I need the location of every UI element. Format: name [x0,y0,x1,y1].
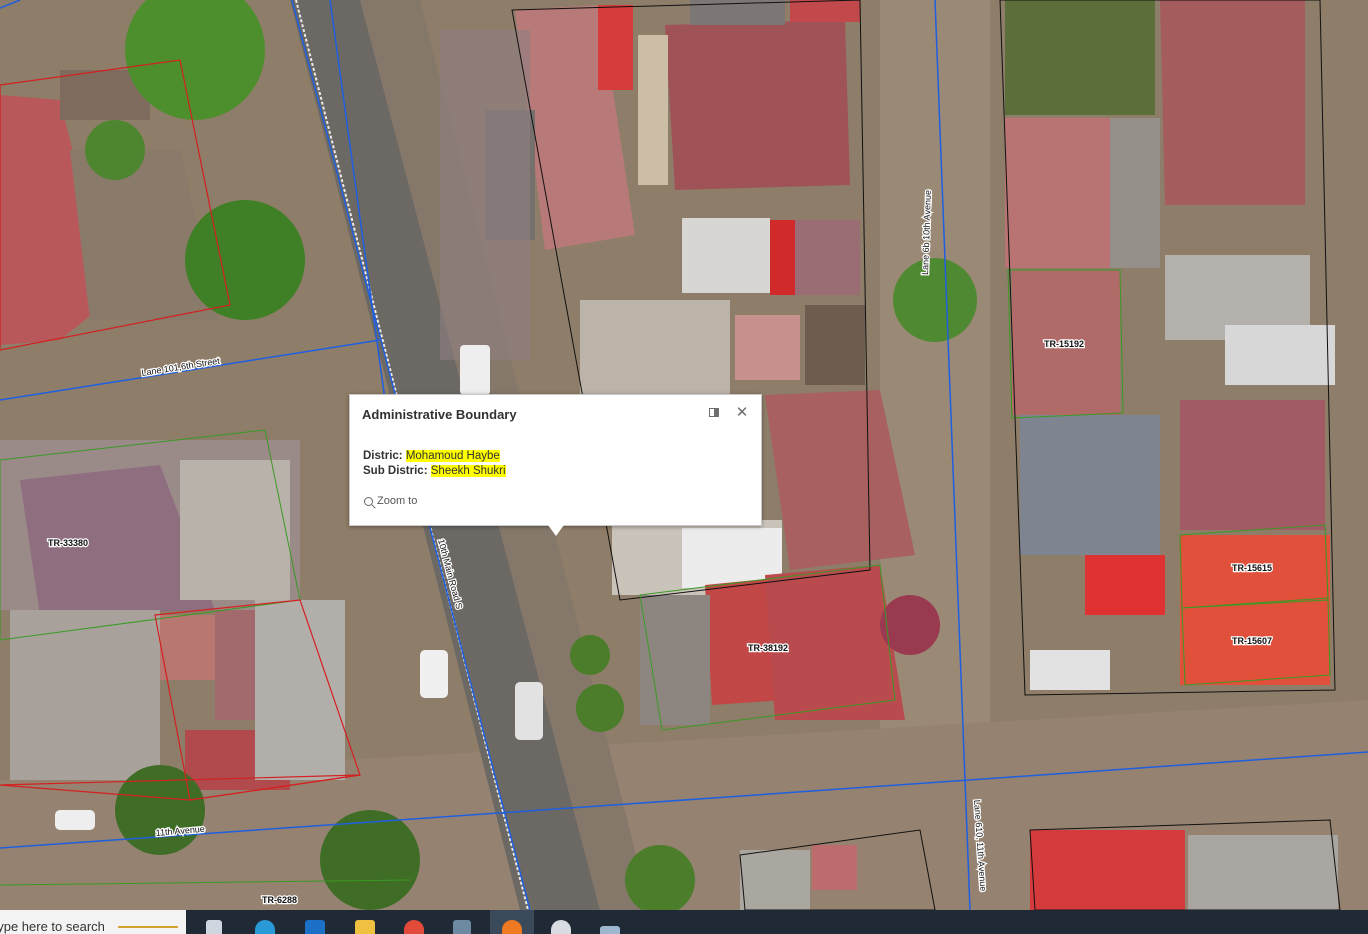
roof [740,850,810,910]
vehicle [420,650,448,698]
parcel-label: TR-33380 [48,538,88,548]
parcel-label: TR-38192 [748,643,788,653]
field-label: Distric: [363,450,403,462]
popup-field-subdistrict: Sub Distric: Sheekh Shukri [363,464,506,479]
tree [85,120,145,180]
edge-icon[interactable] [255,920,275,934]
roof [598,5,633,90]
roof [1160,0,1305,205]
popup-actions: ✕ [707,404,749,421]
roof [1188,835,1338,910]
search-placeholder: Type here to search [0,919,105,934]
tree [576,684,624,732]
firefox-icon[interactable] [502,920,522,934]
roof [770,220,795,295]
windows-taskbar: Type here to search [0,910,1368,934]
cortana-icon[interactable] [118,926,178,934]
roof [1005,118,1110,268]
chrome-icon[interactable] [404,920,424,934]
roof [1225,325,1335,385]
paint-icon[interactable] [551,920,571,934]
roof [812,845,857,890]
tree [893,258,977,342]
popup-content: Distric: Mohamoud Haybe Sub Distric: She… [363,449,506,479]
roof [255,600,345,780]
dock-icon[interactable] [707,405,721,419]
vegetation [1005,0,1155,115]
snip-icon[interactable] [600,926,620,934]
mail-icon[interactable] [305,920,325,934]
parcel-label: TR-6288 [262,895,297,905]
tree [115,765,205,855]
popup-title: Administrative Boundary [362,407,517,422]
field-value: Sheekh Shukri [430,465,506,477]
roof [735,315,800,380]
field-label: Sub Distric: [363,465,428,477]
parcel-label: TR-15615 [1232,563,1272,573]
feature-popup: Administrative Boundary ✕ Distric: Moham… [349,394,762,536]
zoom-to-button[interactable]: Zoom to [364,495,417,507]
popup-field-district: Distric: Mohamoud Haybe [363,449,506,464]
roof [682,218,770,293]
parcel-label: TR-15607 [1232,636,1272,646]
roof [160,615,220,680]
tree [185,200,305,320]
roof [638,35,668,185]
yard [805,305,865,385]
calculator-icon[interactable] [453,920,471,934]
parcel-label: TR-15192 [1044,339,1084,349]
roof [1110,118,1160,268]
tree [570,635,610,675]
roof [1030,650,1110,690]
solar-panels [440,30,530,360]
roof [180,460,290,600]
roof [1020,415,1160,555]
roof [1180,535,1330,685]
roof [665,20,850,190]
roof [1030,830,1185,910]
vehicle [515,682,543,740]
vehicle [460,345,490,395]
task-view-icon[interactable] [206,920,222,934]
roof [795,220,860,295]
roof [790,0,860,22]
roof [1085,555,1165,615]
roof [215,610,260,720]
roof [1180,400,1325,530]
field-value: Mohamoud Haybe [405,450,500,462]
zoom-magnifier-icon [364,496,373,506]
vehicle [55,810,95,830]
close-icon[interactable]: ✕ [735,404,749,421]
roof [580,300,730,395]
zoom-to-label: Zoom to [377,495,418,507]
file-explorer-icon[interactable] [355,920,375,934]
